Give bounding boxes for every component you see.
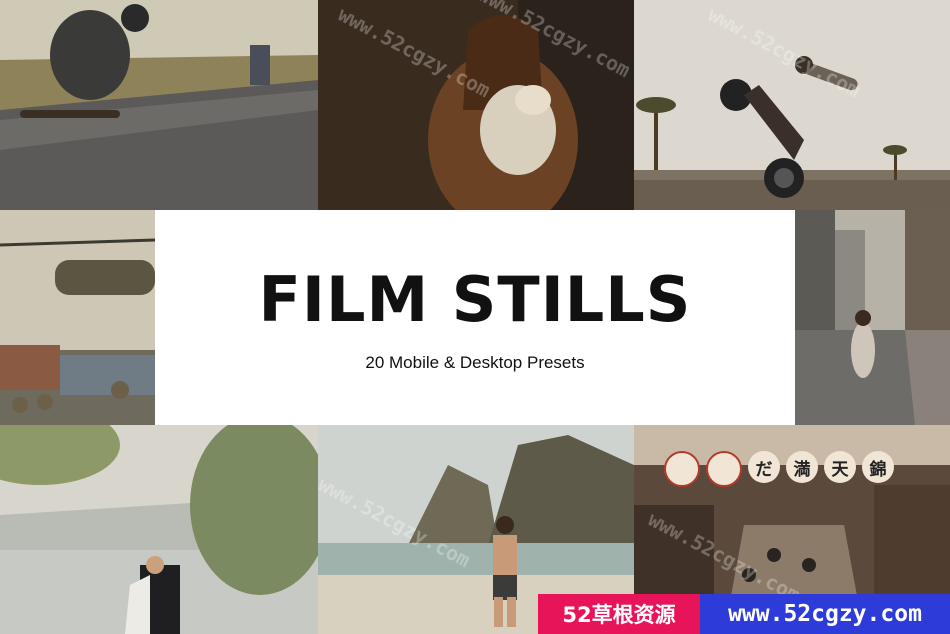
site-banner[interactable]: 52草根资源 www.52cgzy.com: [538, 594, 950, 634]
photo-helicopter: [0, 210, 155, 425]
site-url-link[interactable]: www.52cgzy.com: [700, 594, 950, 634]
photo-skateboarder: [0, 0, 318, 210]
lantern: [664, 451, 700, 487]
lantern-sign: だ: [748, 451, 780, 483]
lantern-row: だ 満 天 錦: [664, 451, 894, 487]
brand-label: 52草根资源: [538, 594, 700, 634]
photo-woman-city-street: [795, 210, 950, 425]
lantern-sign: 天: [824, 451, 856, 483]
page-title: FILM STILLS: [258, 262, 692, 336]
lantern: [706, 451, 742, 487]
lantern-sign: 満: [786, 451, 818, 483]
photo-motorbike-stunt: [634, 0, 950, 210]
photo-wedding-lake: [0, 425, 318, 634]
lantern-sign: 錦: [862, 451, 894, 483]
page-subtitle: 20 Mobile & Desktop Presets: [365, 352, 585, 372]
title-card: FILM STILLS 20 Mobile & Desktop Presets: [155, 210, 795, 425]
